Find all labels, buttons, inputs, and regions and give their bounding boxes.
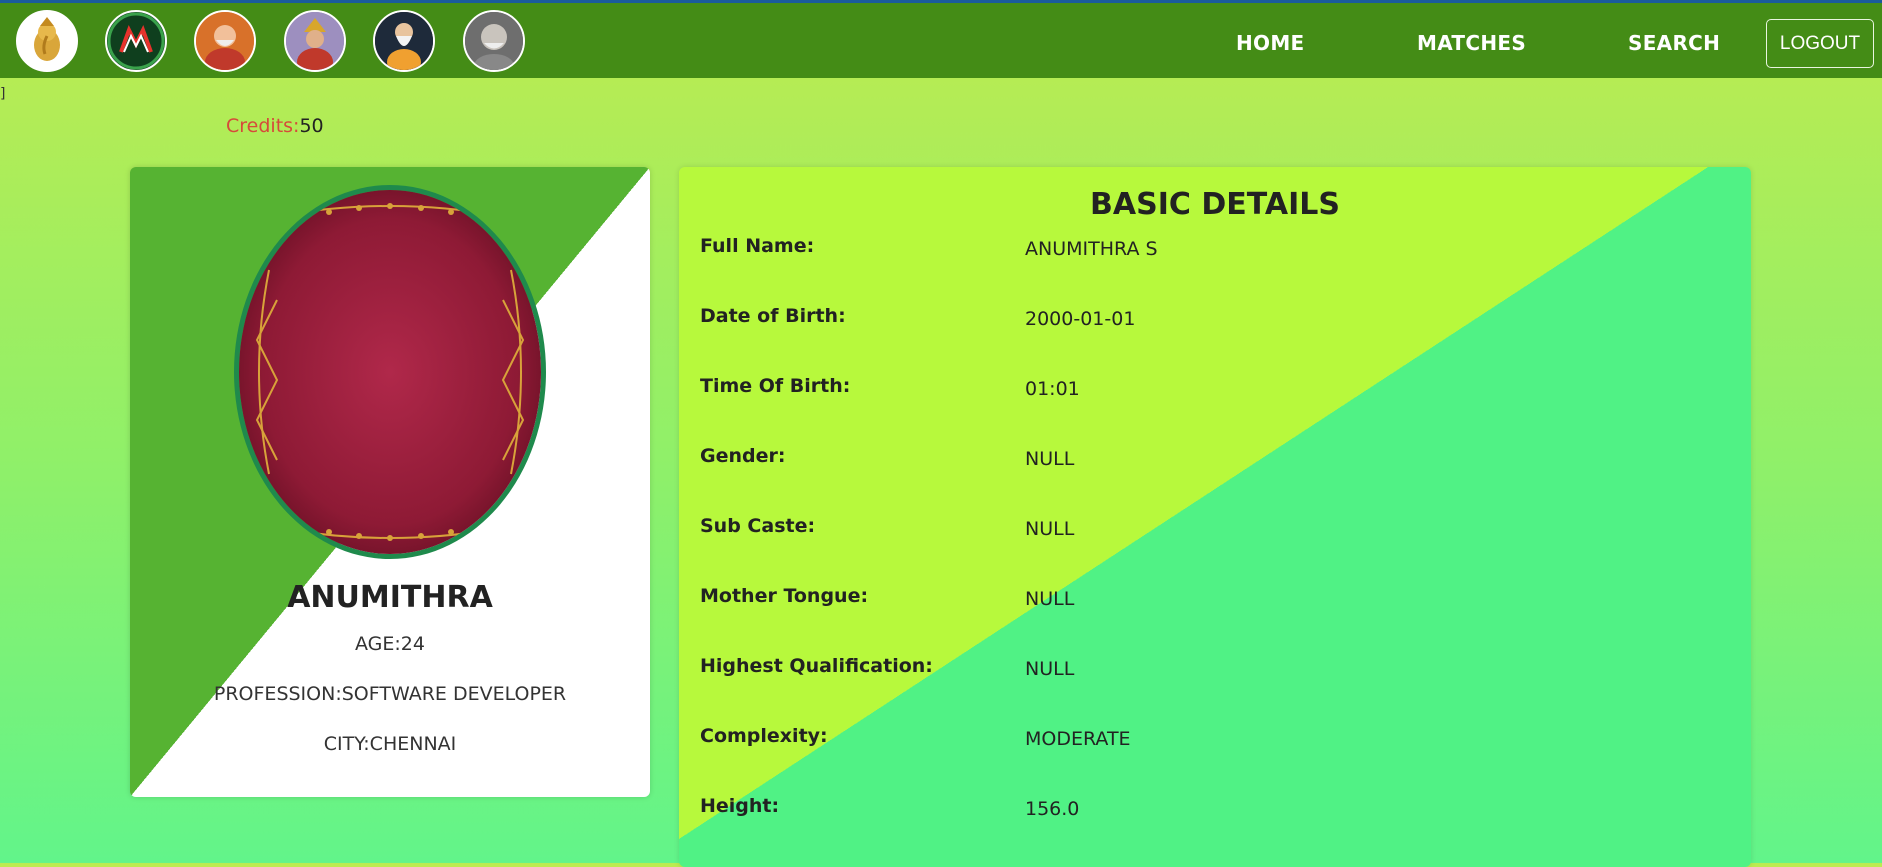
profile-profession: PROFESSION:SOFTWARE DEVELOPER [213, 683, 567, 705]
saint-3-icon[interactable] [463, 10, 525, 72]
deity-icon[interactable] [284, 10, 346, 72]
profile-photo [234, 185, 546, 559]
detail-value-complexity: MODERATE [1025, 728, 1131, 750]
details-title: BASIC DETAILS [1090, 187, 1340, 222]
logout-button[interactable]: LOGOUT [1766, 19, 1874, 68]
detail-value-dob: 2000-01-01 [1025, 308, 1136, 330]
profile-name: ANUMITHRA [287, 580, 493, 615]
basic-details-card: BASIC DETAILS Full Name: ANUMITHRA S Dat… [679, 167, 1751, 867]
ganesha-icon[interactable] [16, 10, 78, 72]
nav-home-link[interactable]: HOME [1236, 31, 1305, 55]
saint-2-icon[interactable] [373, 10, 435, 72]
detail-label-mother-tongue: Mother Tongue: [700, 585, 869, 607]
detail-label-dob: Date of Birth: [700, 305, 846, 327]
profile-city: CITY:CHENNAI [323, 733, 457, 755]
profile-age: AGE:24 [355, 633, 425, 655]
stray-bracket-text: ] [0, 86, 6, 102]
top-navbar: HOME MATCHES SEARCH LOGOUT [0, 0, 1882, 78]
detail-value-tob: 01:01 [1025, 378, 1080, 400]
profile-card: ANUMITHRA AGE:24 PROFESSION:SOFTWARE DEV… [130, 167, 650, 797]
detail-value-height: 156.0 [1025, 798, 1080, 820]
detail-value-mother-tongue: NULL [1025, 588, 1075, 610]
detail-label-gender: Gender: [700, 445, 786, 467]
detail-value-gender: NULL [1025, 448, 1075, 470]
detail-label-sub-caste: Sub Caste: [700, 515, 816, 537]
detail-label-complexity: Complexity: [700, 725, 828, 747]
detail-label-qualification: Highest Qualification: [700, 655, 933, 677]
detail-value-full-name: ANUMITHRA S [1025, 238, 1158, 260]
nav-matches-link[interactable]: MATCHES [1417, 31, 1526, 55]
detail-label-height: Height: [700, 795, 780, 817]
nav-search-link[interactable]: SEARCH [1628, 31, 1720, 55]
site-logo-icon[interactable] [105, 10, 167, 72]
credits-value: 50 [299, 115, 324, 137]
detail-value-sub-caste: NULL [1025, 518, 1075, 540]
saint-1-icon[interactable] [194, 10, 256, 72]
detail-label-full-name: Full Name: [700, 235, 815, 257]
credits-label: Credits: [226, 115, 300, 137]
detail-value-qualification: NULL [1025, 658, 1075, 680]
detail-label-tob: Time Of Birth: [700, 375, 851, 397]
credits-indicator: Credits:50 [226, 115, 324, 137]
